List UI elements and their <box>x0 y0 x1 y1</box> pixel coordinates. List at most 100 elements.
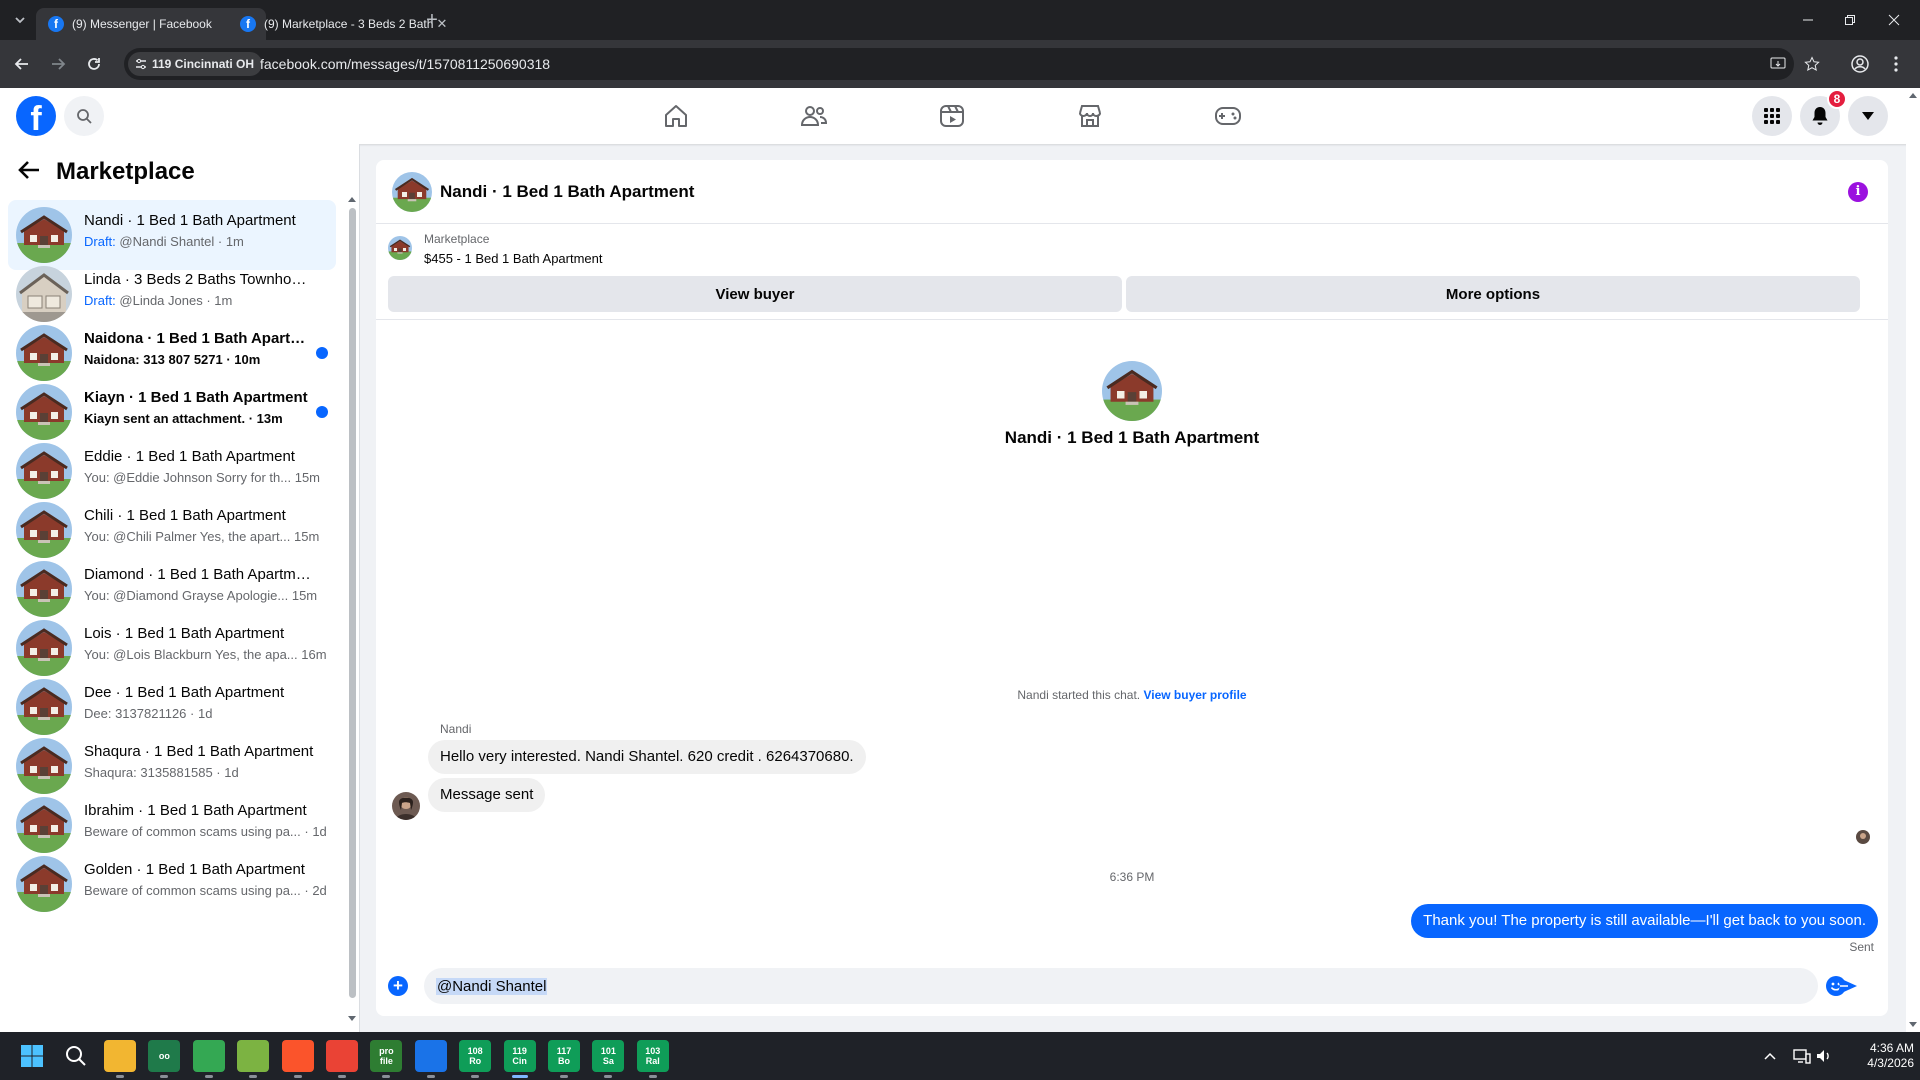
conversation-avatar <box>16 856 72 912</box>
preview-text: Kiayn sent an attachment. · 13m <box>84 411 283 426</box>
facebook-logo-icon[interactable]: f <box>16 96 56 136</box>
conversation-name: Nandi · 1 Bed 1 Bath Apartment <box>84 212 296 229</box>
marketplace-icon[interactable] <box>1034 88 1146 144</box>
chrome-profile-icon[interactable] <box>326 1040 358 1078</box>
conversation-item[interactable]: Golden · 1 Bed 1 Bath Apartment Beware of… <box>8 849 336 919</box>
taskbar-app-label: 119 Cin <box>512 1046 527 1066</box>
scroll-up-icon[interactable] <box>348 196 356 202</box>
conversation-avatar <box>16 797 72 853</box>
back-arrow-icon[interactable] <box>18 160 40 180</box>
marketplace-listing-bar: Marketplace $455 - 1 Bed 1 Bath Apartmen… <box>376 224 1888 320</box>
windows-start-icon[interactable] <box>16 1040 48 1072</box>
taskbar-search-icon[interactable] <box>60 1040 92 1072</box>
address-bar[interactable]: 119 Cincinnati OH facebook.com/messages/… <box>124 48 1794 80</box>
sidebar-scrollbar[interactable] <box>348 196 356 1022</box>
tile-119-icon[interactable]: 119 Cin <box>503 1040 536 1078</box>
conversation-name: Kiayn · 1 Bed 1 Bath Apartment <box>84 389 308 406</box>
browser-tab-strip: f (9) Messenger | Facebook ✕ f (9) Marke… <box>0 0 1920 40</box>
back-icon[interactable] <box>10 52 34 76</box>
profile-tile-icon[interactable]: pro file <box>370 1040 403 1078</box>
notepad-icon[interactable] <box>237 1040 270 1078</box>
conversation-avatar <box>16 443 72 499</box>
site-chip-label: 119 Cincinnati OH <box>152 57 255 71</box>
taskbar-clock[interactable]: 4:36 AM 4/3/2026 <box>1834 1041 1914 1071</box>
chat-title[interactable]: Nandi · 1 Bed 1 Bath Apartment <box>440 182 694 202</box>
info-icon[interactable]: i <box>1848 182 1868 202</box>
sender-avatar[interactable] <box>392 792 420 820</box>
chat-profile-avatar[interactable] <box>1102 361 1162 421</box>
sidebar-title: Marketplace <box>56 158 195 185</box>
conversation-avatar <box>16 561 72 617</box>
gaming-icon[interactable] <box>1172 88 1284 144</box>
menu-grid-icon[interactable] <box>1752 96 1792 136</box>
tab-search-chevron-icon[interactable] <box>8 8 32 32</box>
seen-indicator-avatar <box>1856 830 1870 844</box>
chat-header: Nandi · 1 Bed 1 Bath Apartment i <box>376 160 1888 224</box>
conversation-preview: Shaqura: 3135881585 · 1d <box>84 765 334 780</box>
conversation-avatar <box>16 502 72 558</box>
preview-text: @Nandi Shantel · 1m <box>115 234 244 249</box>
page-scroll-up-icon[interactable] <box>1909 92 1917 98</box>
preview-text: Beware of common scams using pa... · 2d <box>84 883 327 898</box>
add-attachment-plus-icon[interactable]: + <box>388 976 408 996</box>
conversation-preview: Beware of common scams using pa... · 1d <box>84 824 334 839</box>
conversation-avatar <box>16 679 72 735</box>
message-input[interactable]: @Nandi Shantel <box>424 968 1846 1004</box>
browser-menu-icon[interactable] <box>1884 52 1908 76</box>
outgoing-message[interactable]: Thank you! The property is still availab… <box>1411 904 1878 938</box>
listing-avatar[interactable] <box>392 172 432 212</box>
reload-icon[interactable] <box>82 52 106 76</box>
chat-panel: Nandi · 1 Bed 1 Bath Apartment i Marketp… <box>376 160 1888 1016</box>
close-window-icon[interactable] <box>1882 8 1906 32</box>
listing-title[interactable]: $455 - 1 Bed 1 Bath Apartment <box>424 251 603 266</box>
bookmark-star-icon[interactable] <box>1800 52 1824 76</box>
message-timestamp: 6:36 PM <box>1109 870 1155 884</box>
forward-icon[interactable] <box>46 52 70 76</box>
tile-101-icon[interactable]: 101 Sa <box>592 1040 625 1078</box>
conversation-preview: You: @Lois Blackburn Yes, the apa... 16m <box>84 647 334 662</box>
show-hidden-icons-chevron-icon[interactable] <box>1754 1040 1786 1072</box>
conversation-avatar <box>16 384 72 440</box>
circle-app-icon[interactable] <box>414 1040 447 1078</box>
conversation-preview: Draft: @Nandi Shantel · 1m <box>84 234 334 249</box>
marketplace-label: Marketplace <box>424 232 490 246</box>
search-icon[interactable] <box>64 96 104 136</box>
conversation-preview: Draft: @Linda Jones · 1m <box>84 293 334 308</box>
video-icon[interactable] <box>896 88 1008 144</box>
page-scrollbar[interactable] <box>1906 88 1920 1032</box>
install-app-icon[interactable] <box>1766 52 1790 76</box>
preview-text: You: @Lois Blackburn Yes, the apa... 16m <box>84 647 327 662</box>
chrome-icon[interactable] <box>192 1040 225 1078</box>
listing-thumbnail[interactable] <box>388 236 412 260</box>
tile-108-icon[interactable]: 108 Ro <box>459 1040 492 1078</box>
account-chevron-icon[interactable] <box>1848 96 1888 136</box>
home-icon[interactable] <box>620 88 732 144</box>
restore-icon[interactable] <box>1838 8 1862 32</box>
sidebar-scroll-thumb[interactable] <box>349 208 356 998</box>
page-scroll-down-icon[interactable] <box>1909 1022 1917 1028</box>
more-options-button[interactable]: More options <box>1126 276 1860 312</box>
new-tab-plus-icon[interactable]: + <box>420 8 444 32</box>
conversation-preview: Dee: 3137821126 · 1d <box>84 706 334 721</box>
facebook-header: f 8 <box>0 88 1920 144</box>
send-icon[interactable] <box>1836 976 1858 996</box>
url-text[interactable]: facebook.com/messages/t/1570811250690318 <box>260 56 550 72</box>
file-explorer-icon[interactable] <box>104 1040 136 1078</box>
tile-117-icon[interactable]: 117 Bo <box>548 1040 580 1078</box>
site-info-chip[interactable]: 119 Cincinnati OH <box>128 52 263 76</box>
conversation-name: Golden · 1 Bed 1 Bath Apartment <box>84 861 305 878</box>
incoming-message[interactable]: Hello very interested. Nandi Shantel. 62… <box>428 740 866 774</box>
incoming-message[interactable]: Message sent <box>428 778 546 812</box>
friends-icon[interactable] <box>758 88 870 144</box>
tile-103-icon[interactable]: 103 Ral <box>636 1040 669 1078</box>
scroll-down-icon[interactable] <box>348 1016 356 1022</box>
message-input-text[interactable]: @Nandi Shantel <box>436 978 548 995</box>
profile-icon[interactable] <box>1848 52 1872 76</box>
conversation-name: Naidona · 1 Bed 1 Bath Apartm... <box>84 330 314 347</box>
minimize-icon[interactable] <box>1796 8 1820 32</box>
conversation-avatar <box>16 620 72 676</box>
infinity-app-icon[interactable]: oo <box>148 1040 181 1078</box>
view-buyer-button[interactable]: View buyer <box>388 276 1122 312</box>
brave-icon[interactable] <box>281 1040 314 1078</box>
view-buyer-profile-link[interactable]: View buyer profile <box>1143 688 1246 702</box>
